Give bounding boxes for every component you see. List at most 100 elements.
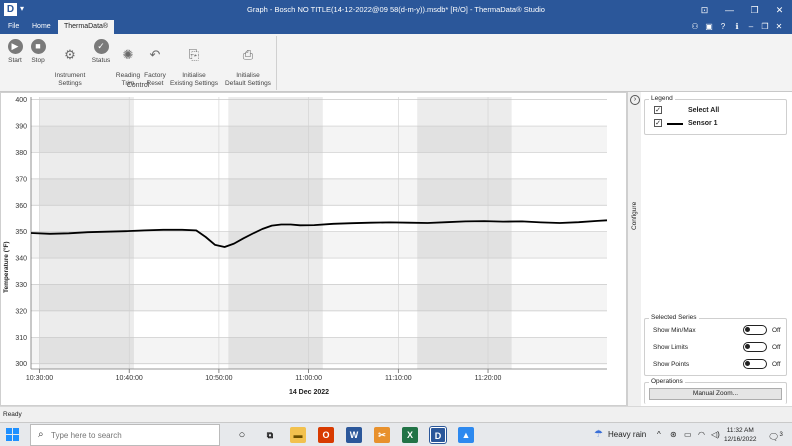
configure-strip[interactable]: › Configure [627, 92, 641, 406]
maximize-button[interactable]: ❐ [742, 0, 767, 20]
y-tick-label: 380 [15, 150, 27, 157]
info-icon[interactable]: ℹ [732, 22, 742, 32]
snip-tool-icon[interactable]: ✂ [374, 427, 390, 443]
plot-row-band [31, 178, 607, 206]
start-button[interactable]: ▶ Start [6, 39, 24, 65]
x-tick-label: 11:20:00 [475, 375, 502, 382]
factory-reset-button[interactable]: ↶ Factory Reset [143, 39, 167, 87]
x-tick-label: 10:40:00 [116, 375, 143, 382]
show-min-max-toggle[interactable] [743, 325, 767, 335]
search-input[interactable] [51, 428, 211, 442]
show-points-toggle[interactable] [743, 359, 767, 369]
taskbar-search[interactable]: ⌕ [30, 424, 220, 446]
battery-icon[interactable]: ▭ [684, 423, 692, 446]
show-limits-state: Off [772, 344, 781, 351]
ribbon-tab-bar: File Home ThermaData® ⚇ ▣ ? ℹ – ❐ ✕ [0, 20, 792, 34]
help-icon[interactable]: ? [718, 22, 728, 32]
ribbon-minimize-icon[interactable]: – [746, 22, 756, 32]
ribbon: ▶ Start ■ Stop ⚙ Instrument Settings ✓ S… [0, 34, 792, 92]
clock-date: 12/16/2022 [724, 436, 757, 443]
y-tick-label: 310 [15, 335, 27, 342]
notification-icon[interactable]: 🗨3 [768, 423, 783, 446]
initialise-existing-settings-button[interactable]: ⎘ Initialise Existing Settings [168, 39, 220, 87]
taskbar: ⌕ ○ ⧉ ▬ O W ✂ X D ▲ ☂ Heavy rain ^ ⊛ ▭ ◠… [0, 422, 792, 446]
volume-icon[interactable]: ◁) [711, 423, 720, 446]
tab-file[interactable]: File [2, 20, 25, 34]
tab-home[interactable]: Home [26, 20, 57, 34]
close-button[interactable]: ✕ [767, 0, 792, 20]
reset-icon: ↶ [149, 46, 161, 62]
status-button[interactable]: ✓ Status [90, 39, 112, 65]
plot-row-band [31, 337, 607, 364]
network-icon[interactable]: ⊛ [670, 423, 677, 446]
operations-title: Operations [649, 378, 685, 385]
office-icon[interactable]: O [318, 427, 334, 443]
ribbon-close-icon[interactable]: ✕ [774, 22, 784, 32]
y-tick-label: 390 [15, 124, 27, 131]
selected-series-box: Selected Series Show Min/Max Off Show Li… [644, 314, 787, 376]
excel-icon[interactable]: X [402, 427, 418, 443]
y-tick-label: 340 [15, 256, 27, 263]
select-all-checkbox[interactable]: ✓ [654, 106, 662, 114]
y-tick-label: 370 [15, 176, 27, 183]
y-tick-label: 360 [15, 203, 27, 210]
gear-icon: ⚙ [64, 46, 76, 62]
ribbon-restore-icon[interactable]: ❐ [760, 22, 770, 32]
cortana-icon[interactable]: ○ [234, 427, 250, 443]
legend-title: Legend [649, 95, 675, 102]
reading-trim-button[interactable]: ✺ Reading Trim [114, 39, 142, 87]
plot-row-band [31, 126, 607, 153]
checkmark-icon: ✓ [93, 39, 109, 54]
manual-zoom-button[interactable]: Manual Zoom... [649, 388, 782, 400]
x-tick-label: 10:30:00 [26, 375, 53, 382]
select-all-label: Select All [688, 107, 720, 114]
task-view-icon[interactable]: ⧉ [262, 427, 278, 443]
tab-thermadata[interactable]: ThermaData® [58, 20, 115, 34]
tray-chevron-icon[interactable]: ^ [657, 423, 661, 446]
legend-box: Legend ✓ Select All ✓ Sensor 1 [644, 95, 787, 135]
search-icon: ⌕ [38, 429, 44, 440]
show-points-label: Show Points [653, 361, 690, 368]
y-tick-label: 350 [15, 229, 27, 236]
status-bar: Ready [0, 406, 792, 422]
sensor-1-checkbox[interactable]: ✓ [654, 119, 662, 127]
instrument-settings-button[interactable]: ⚙ Instrument Settings [52, 39, 88, 87]
initialise-existing-icon: ⎘ [188, 46, 200, 62]
word-icon[interactable]: W [346, 427, 362, 443]
x-tick-label: 11:10:00 [385, 375, 412, 382]
x-tick-label: 11:00:00 [295, 375, 322, 382]
y-tick-label: 400 [15, 97, 27, 104]
y-axis-label: Temperature (°F) [3, 241, 10, 293]
window-icon[interactable]: ▣ [704, 22, 714, 32]
weather-text[interactable]: Heavy rain [608, 423, 646, 446]
user-icon[interactable]: ⚇ [690, 22, 700, 32]
title-bar: D ▾ Graph - Bosch NO TITLE(14-12-2022@09… [0, 0, 792, 20]
collapse-panel-icon[interactable]: › [630, 95, 640, 105]
thermadata-taskbar-icon[interactable]: D [429, 426, 447, 444]
minimize-button[interactable]: — [717, 0, 742, 20]
configure-panel: Legend ✓ Select All ✓ Sensor 1 Selected … [641, 92, 792, 406]
plot-row-band [31, 231, 607, 259]
temperature-chart[interactable]: 300 310 320 330 340 350 360 370 380 390 400 10:30:0… [1, 93, 626, 405]
play-icon: ▶ [7, 39, 23, 54]
weather-icon[interactable]: ☂ [594, 423, 603, 446]
file-explorer-icon[interactable]: ▬ [290, 427, 306, 443]
photos-icon[interactable]: ▲ [458, 427, 474, 443]
status-text: Ready [3, 411, 22, 418]
system-clock[interactable]: 11:32 AM 12/16/2022 [724, 426, 757, 444]
sensor-1-line-swatch [667, 123, 683, 125]
initialise-default-settings-button[interactable]: ⎙ Initialise Default Settings [222, 39, 274, 87]
x-axis-label: 14 Dec 2022 [289, 389, 329, 396]
windows-start-icon[interactable] [6, 428, 19, 441]
ribbon-group-separator [276, 36, 277, 90]
restore-layout-button[interactable]: ⊡ [692, 0, 717, 20]
show-min-max-state: Off [772, 327, 781, 334]
show-limits-toggle[interactable] [743, 342, 767, 352]
sensor-1-label: Sensor 1 [688, 120, 718, 127]
stop-button[interactable]: ■ Stop [29, 39, 47, 65]
y-tick-label: 320 [15, 308, 27, 315]
stop-icon: ■ [30, 39, 46, 54]
graph-area[interactable]: 300 310 320 330 340 350 360 370 380 390 400 10:30:0… [0, 92, 627, 406]
wifi-icon[interactable]: ◠ [698, 423, 705, 446]
show-limits-label: Show Limits [653, 344, 689, 351]
